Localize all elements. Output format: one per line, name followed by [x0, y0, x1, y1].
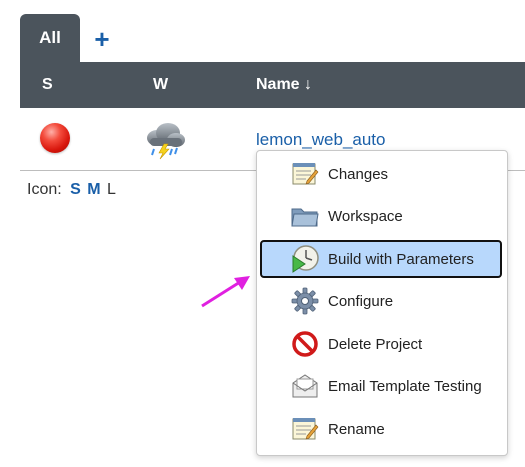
menu-item-label: Email Template Testing	[328, 377, 482, 395]
menu-item-label: Configure	[328, 292, 394, 310]
icon-size-medium[interactable]: M	[87, 181, 100, 198]
menu-item-label: Rename	[328, 420, 385, 438]
tab-all[interactable]: All	[20, 14, 80, 62]
menu-item-build-with-parameters[interactable]: Build with Parameters	[260, 240, 502, 278]
view-tabs: All +	[20, 14, 525, 62]
icon-size-small[interactable]: S	[70, 181, 81, 198]
notepad-icon	[290, 159, 320, 189]
red-ball-icon	[40, 123, 70, 153]
folder-icon	[290, 201, 320, 231]
clock-run-icon	[290, 244, 320, 274]
column-name[interactable]: Name ↓	[256, 76, 312, 94]
menu-item-label: Delete Project	[328, 335, 423, 353]
menu-item-rename[interactable]: Rename	[260, 410, 502, 448]
storm-cloud-icon	[144, 120, 186, 160]
menu-item-label: Changes	[328, 165, 389, 183]
menu-item-workspace[interactable]: Workspace	[260, 197, 502, 235]
menu-item-label: Workspace	[328, 207, 403, 225]
menu-item-changes[interactable]: Changes	[260, 155, 502, 193]
gear-icon	[290, 286, 320, 316]
job-name-link[interactable]: lemon_web_auto	[256, 130, 385, 150]
job-context-menu: Changes Workspace Build with Parameters …	[256, 150, 508, 456]
icon-size-label: Icon:	[27, 181, 62, 198]
icon-size-large: L	[107, 181, 116, 198]
menu-item-configure[interactable]: Configure	[260, 282, 502, 320]
annotation-arrow	[201, 276, 250, 308]
menu-item-delete-project[interactable]: Delete Project	[260, 325, 502, 363]
job-table-header: S W Name ↓	[20, 62, 525, 108]
menu-item-label: Build with Parameters	[328, 250, 474, 268]
notepad-icon	[290, 414, 320, 444]
icon-size-selector: Icon: S M L	[27, 181, 116, 199]
column-weather[interactable]: W	[153, 76, 168, 94]
no-entry-icon	[290, 329, 320, 359]
page-margin	[0, 0, 20, 467]
envelope-icon	[290, 371, 320, 401]
column-status[interactable]: S	[42, 76, 53, 94]
add-view-button[interactable]: +	[90, 24, 114, 54]
menu-item-email-template-testing[interactable]: Email Template Testing	[260, 367, 502, 405]
